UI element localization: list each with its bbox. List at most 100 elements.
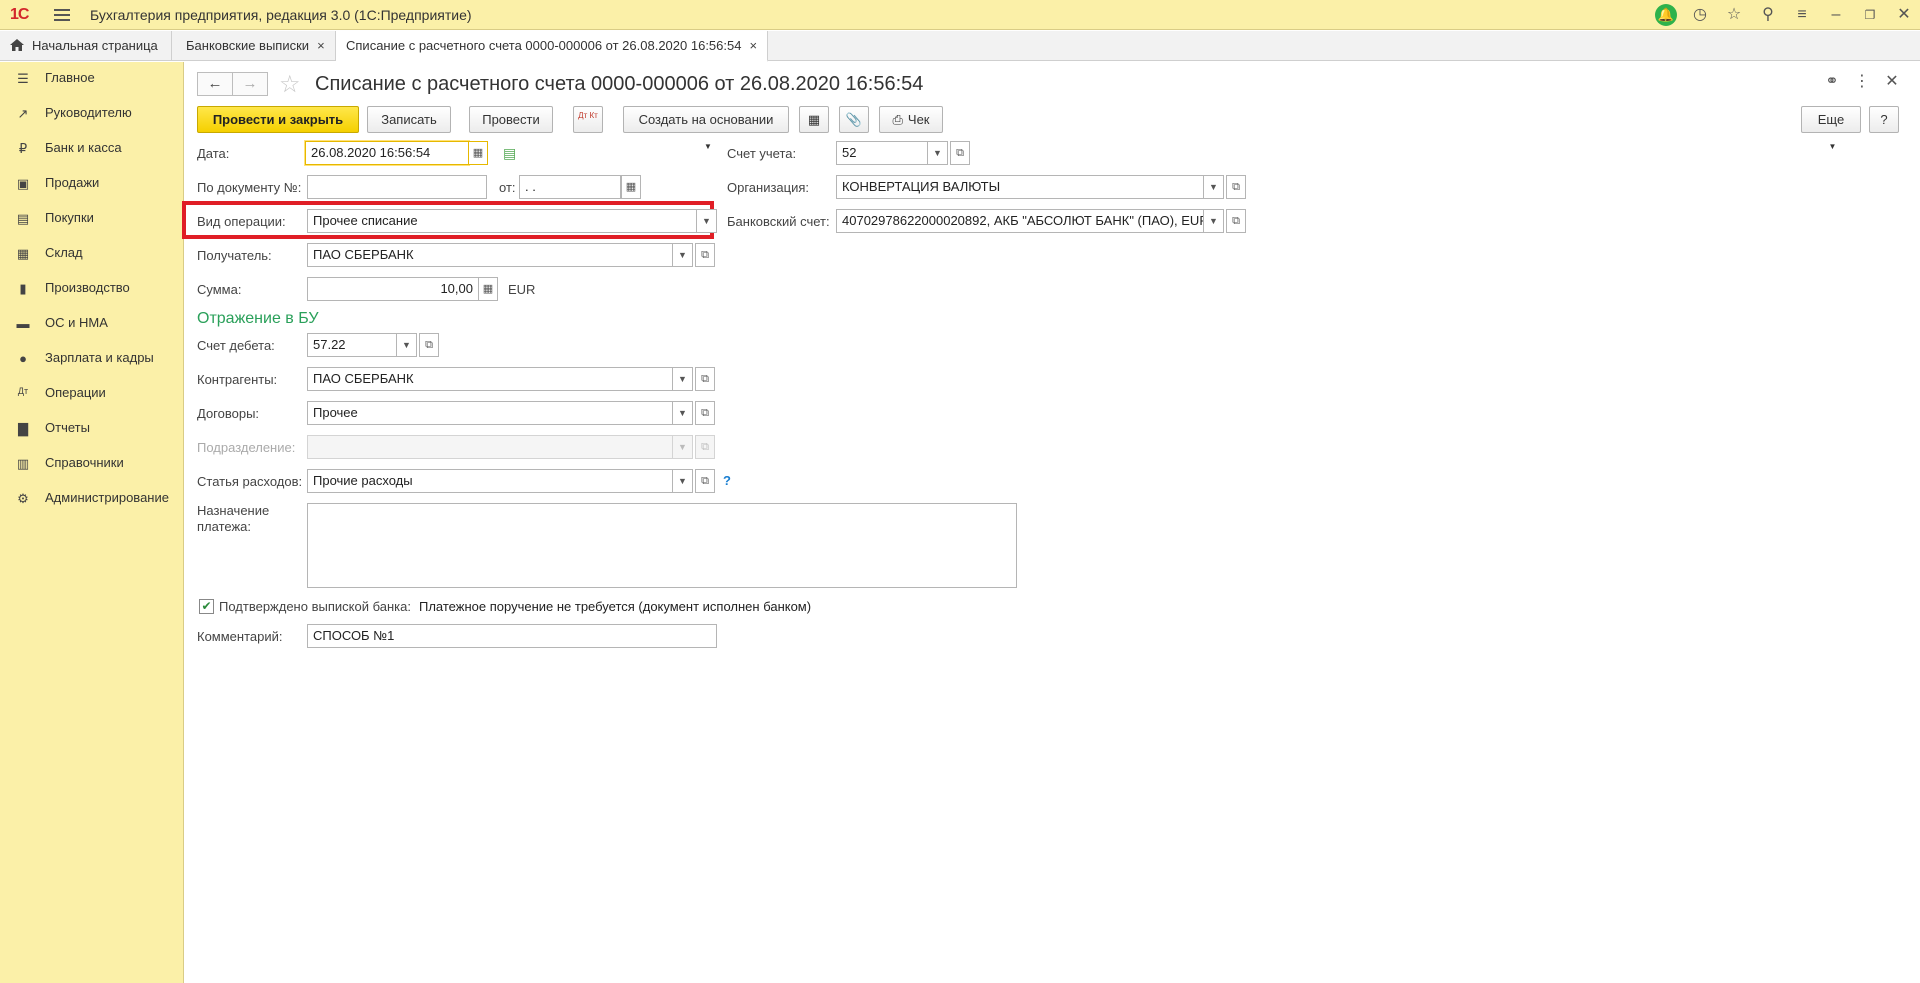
cart-icon: ▤ [16, 211, 30, 226]
expense-item-dropdown[interactable]: ▼ [673, 469, 693, 493]
sidebar-item-fixed-assets[interactable]: ▬ ОС и НМА [0, 307, 184, 342]
sidebar-item-label: Склад [45, 245, 83, 260]
post-button[interactable]: Провести [469, 106, 553, 133]
sidebar-item-operations[interactable]: Дт Операции [0, 377, 184, 412]
sidebar-item-purchases[interactable]: ▤ Покупки [0, 202, 184, 237]
save-button[interactable]: Записать [367, 106, 451, 133]
ruble-icon: ₽ [18, 141, 28, 156]
confirmed-note: Платежное поручение не требуется (докуме… [419, 599, 812, 614]
truck-icon: ▬ [16, 316, 30, 331]
minimize-icon[interactable]: – [1826, 5, 1846, 25]
open-icon[interactable]: ⧉ [419, 333, 439, 357]
app-title: Бухгалтерия предприятия, редакция 3.0 (1… [90, 7, 472, 23]
sidebar-item-salary[interactable]: ● Зарплата и кадры [0, 342, 184, 377]
amount-field[interactable]: 10,00 [307, 277, 479, 301]
create-based-on-button[interactable]: Создать на основании ▼ [623, 106, 789, 151]
forward-button[interactable]: → [232, 72, 268, 96]
operation-type-field[interactable]: Прочее списание [307, 209, 697, 233]
calendar-icon[interactable]: ▦ [468, 141, 488, 165]
back-button[interactable]: ← [197, 72, 233, 96]
payment-purpose-field[interactable] [307, 503, 1017, 588]
open-icon[interactable]: ⧉ [950, 141, 970, 165]
open-icon[interactable]: ⧉ [1226, 209, 1246, 233]
sidebar-item-sales[interactable]: ▣ Продажи [0, 167, 184, 202]
organization-field[interactable]: КОНВЕРТАЦИЯ ВАЛЮТЫ [836, 175, 1204, 199]
sidebar-item-manager[interactable]: ↗ Руководителю [0, 97, 184, 132]
tab-document[interactable]: Списание с расчетного счета 0000-000006 … [336, 31, 769, 62]
open-icon[interactable]: ⧉ [695, 469, 715, 493]
open-icon[interactable]: ⧉ [1226, 175, 1246, 199]
close-window-icon[interactable]: ✕ [1894, 5, 1914, 25]
account-label: Счет учета: [727, 146, 797, 161]
bank-account-dropdown[interactable]: ▼ [1204, 209, 1224, 233]
recipient-field[interactable]: ПАО СБЕРБАНК [307, 243, 673, 267]
recipient-label: Получатель: [197, 248, 272, 263]
confirmed-checkbox[interactable]: ✔ [199, 599, 214, 614]
contracts-dropdown[interactable]: ▼ [673, 401, 693, 425]
more-vertical-icon[interactable]: ⋮ [1852, 72, 1872, 92]
contracts-field[interactable]: Прочее [307, 401, 673, 425]
purpose-label-line2: платежа: [197, 519, 251, 534]
book-icon: ▥ [16, 456, 30, 471]
counterparties-field[interactable]: ПАО СБЕРБАНК [307, 367, 673, 391]
sidebar-item-main[interactable]: ☰ Главное [0, 62, 184, 97]
favorite-star-icon[interactable]: ☆ [279, 70, 301, 99]
close-tab-icon[interactable]: × [749, 38, 757, 53]
doc-date-label: от: [499, 180, 516, 195]
restore-icon[interactable]: ❐ [1860, 5, 1880, 25]
section-title: Отражение в БУ [197, 310, 319, 327]
tab-home[interactable]: Начальная страница [0, 31, 172, 61]
close-tab-icon[interactable]: × [317, 38, 325, 53]
more-button[interactable]: Еще ▼ [1801, 106, 1861, 151]
post-and-close-button[interactable]: Провести и закрыть [197, 106, 359, 133]
division-dropdown: ▼ [673, 435, 693, 459]
debit-account-field[interactable]: 57.22 [307, 333, 397, 357]
account-field[interactable]: 52 [836, 141, 928, 165]
calendar-icon[interactable]: ▦ [621, 175, 641, 199]
menu-icon: ☰ [17, 71, 29, 86]
debit-account-dropdown[interactable]: ▼ [397, 333, 417, 357]
structure-icon[interactable]: ▦ [799, 106, 829, 133]
receipt-button[interactable]: ⎙ Чек [879, 106, 943, 133]
help-question-icon[interactable]: ? [723, 473, 731, 488]
open-icon[interactable]: ⧉ [695, 367, 715, 391]
attachment-icon[interactable]: 📎 [839, 106, 869, 133]
account-dropdown[interactable]: ▼ [928, 141, 948, 165]
doc-date-field[interactable]: . . [519, 175, 621, 199]
sidebar-item-references[interactable]: ▥ Справочники [0, 447, 184, 482]
date-edit-icon[interactable]: ▤ [503, 145, 516, 162]
dt-kt-button[interactable]: Дт Кт [573, 106, 603, 133]
gear-icon: ⚙ [17, 491, 29, 506]
notifications-bell-icon[interactable]: 🔔 [1655, 4, 1677, 26]
comment-label: Комментарий: [197, 629, 283, 644]
history-icon[interactable]: ◷ [1690, 5, 1710, 25]
doc-number-field[interactable] [307, 175, 487, 199]
sidebar-item-bank[interactable]: ₽ Банк и касса [0, 132, 184, 167]
tab-bank-statements[interactable]: Банковские выписки × [176, 31, 336, 61]
sidebar-item-admin[interactable]: ⚙ Администрирование [0, 482, 184, 517]
comment-field[interactable]: СПОСОБ №1 [307, 624, 717, 648]
open-icon[interactable]: ⧉ [695, 401, 715, 425]
search-icon[interactable]: ⚲ [1758, 5, 1778, 25]
date-field[interactable]: 26.08.2020 16:56:54 [305, 141, 469, 165]
operation-type-dropdown[interactable]: ▼ [697, 209, 717, 233]
sidebar-item-production[interactable]: ▮ Производство [0, 272, 184, 307]
expense-item-field[interactable]: Прочие расходы [307, 469, 673, 493]
chart-line-icon: ↗ [17, 106, 29, 121]
open-icon[interactable]: ⧉ [695, 243, 715, 267]
counterparties-dropdown[interactable]: ▼ [673, 367, 693, 391]
division-label: Подразделение: [197, 440, 296, 455]
sidebar-item-warehouse[interactable]: ▦ Склад [0, 237, 184, 272]
settings-menu-icon[interactable]: ≡ [1792, 5, 1812, 25]
close-form-icon[interactable]: ✕ [1882, 72, 1902, 92]
recipient-dropdown[interactable]: ▼ [673, 243, 693, 267]
sidebar-item-reports[interactable]: ▇ Отчеты [0, 412, 184, 447]
main-menu-icon[interactable] [54, 9, 70, 21]
organization-dropdown[interactable]: ▼ [1204, 175, 1224, 199]
bank-account-field[interactable]: 40702978622000020892, АКБ "АБСОЛЮТ БАНК"… [836, 209, 1204, 233]
favorites-star-icon[interactable]: ☆ [1724, 5, 1744, 25]
confirmed-label: Подтверждено выпиской банка: [219, 599, 411, 614]
calculator-icon[interactable]: ▦ [478, 277, 498, 301]
link-icon[interactable]: ⚭ [1822, 72, 1842, 92]
help-button[interactable]: ? [1869, 106, 1899, 133]
